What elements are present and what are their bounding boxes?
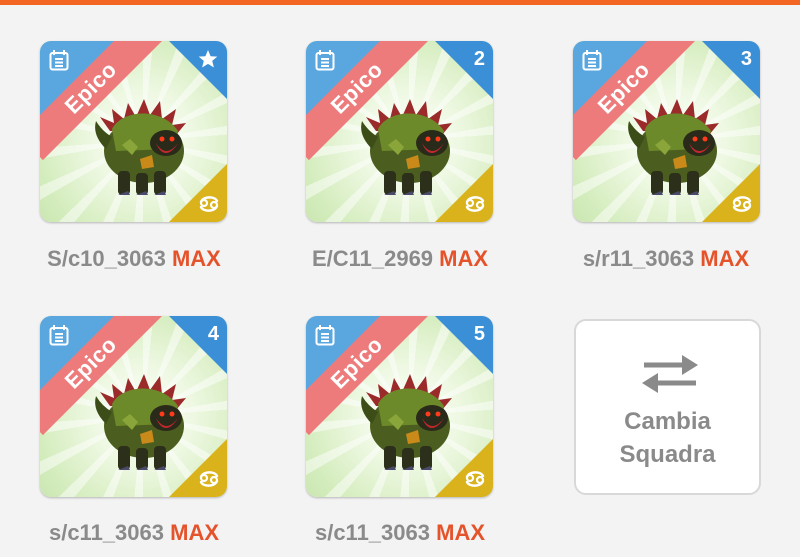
change-team-label: Cambia Squadra bbox=[576, 405, 759, 471]
calendar-icon bbox=[49, 325, 69, 346]
monster-code: s/r11_3063 bbox=[582, 246, 695, 271]
swap-arrows-icon bbox=[642, 355, 698, 393]
calendar-icon bbox=[582, 50, 602, 71]
calendar-icon bbox=[49, 50, 69, 71]
cancer-zodiac-icon bbox=[465, 471, 485, 487]
monster-name-4: s/c11_3063 MAX bbox=[14, 520, 254, 546]
monster-card-1[interactable]: Epico bbox=[40, 41, 227, 222]
max-level-tag: MAX bbox=[170, 520, 220, 545]
monster-code: S/c10_3063 bbox=[47, 246, 166, 271]
monster-code: E/C11_2969 bbox=[311, 246, 434, 271]
change-team-button[interactable]: Cambia Squadra bbox=[574, 319, 761, 495]
cancer-zodiac-icon bbox=[465, 196, 485, 212]
change-team-label-line2: Squadra bbox=[619, 441, 716, 468]
slot-number-badge: 5 bbox=[473, 323, 485, 345]
cancer-zodiac-icon bbox=[732, 196, 752, 212]
top-accent-bar bbox=[0, 0, 800, 5]
monster-card-4[interactable]: Epico 4 bbox=[40, 316, 227, 497]
max-level-tag: MAX bbox=[700, 246, 750, 271]
monster-portrait bbox=[95, 374, 186, 470]
slot-number-badge: 2 bbox=[473, 48, 485, 70]
monster-name-3: s/r11_3063 MAX bbox=[546, 246, 786, 272]
star-icon bbox=[198, 50, 218, 68]
calendar-icon bbox=[315, 325, 335, 346]
cancer-zodiac-icon bbox=[199, 196, 219, 212]
change-team-label-line1: Cambia bbox=[624, 408, 711, 435]
monster-portrait bbox=[628, 99, 719, 195]
monster-card-2[interactable]: Epico 2 bbox=[306, 41, 493, 222]
monster-name-5: s/c11_3063 MAX bbox=[280, 520, 520, 546]
cancer-zodiac-icon bbox=[199, 471, 219, 487]
calendar-icon bbox=[315, 50, 335, 71]
monster-name-1: S/c10_3063 MAX bbox=[14, 246, 254, 272]
monster-portrait bbox=[361, 99, 452, 195]
max-level-tag: MAX bbox=[439, 246, 489, 271]
slot-number-badge: 3 bbox=[740, 48, 752, 70]
max-level-tag: MAX bbox=[171, 246, 221, 271]
monster-card-3[interactable]: Epico 3 bbox=[573, 41, 760, 222]
slot-number-badge: 4 bbox=[207, 323, 219, 345]
monster-code: s/c11_3063 bbox=[48, 520, 164, 545]
monster-portrait bbox=[361, 374, 452, 470]
monster-card-5[interactable]: Epico 5 bbox=[306, 316, 493, 497]
monster-name-2: E/C11_2969 MAX bbox=[280, 246, 520, 272]
monster-code: s/c11_3063 bbox=[314, 520, 430, 545]
max-level-tag: MAX bbox=[436, 520, 486, 545]
monster-portrait bbox=[95, 99, 186, 195]
